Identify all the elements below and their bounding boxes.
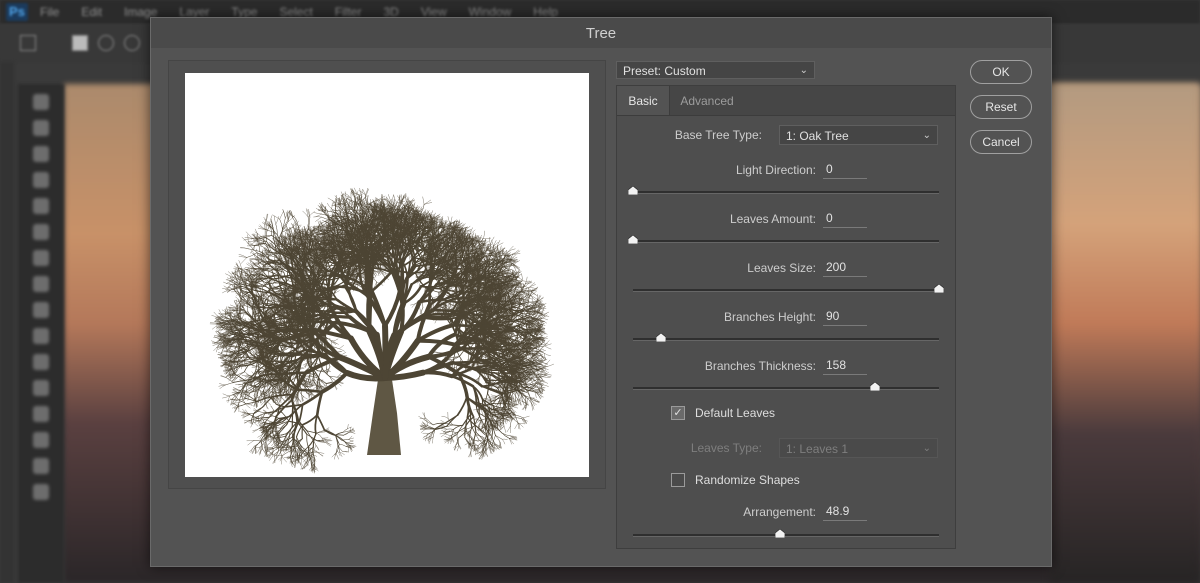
gradient-tool-icon[interactable]: [33, 380, 49, 396]
tree-branch: [343, 194, 352, 199]
marquee-tool-icon[interactable]: [20, 35, 36, 51]
photoshop-logo: Ps: [6, 3, 28, 21]
new-selection-icon[interactable]: [72, 35, 88, 51]
tree-branch: [405, 193, 407, 203]
tree-branch: [388, 194, 392, 202]
dialog-title: Tree: [151, 18, 1051, 48]
tree-branch: [362, 189, 367, 197]
tree-branch: [327, 203, 332, 209]
tree-branch: [423, 199, 431, 205]
tools-panel: [18, 84, 64, 583]
eyedropper-tool-icon[interactable]: [33, 224, 49, 240]
magic-wand-tool-icon[interactable]: [33, 172, 49, 188]
blur-tool-icon[interactable]: [33, 406, 49, 422]
crop-tool-icon[interactable]: [33, 198, 49, 214]
history-brush-tool-icon[interactable]: [33, 328, 49, 344]
subtract-selection-icon[interactable]: [124, 35, 140, 51]
dodge-tool-icon[interactable]: [33, 432, 49, 448]
tree-dialog: Tree Preset: Custom ⌄ Basic Advanced Bas…: [150, 17, 1052, 567]
tree-branch: [313, 212, 322, 215]
move-tool-icon[interactable]: [33, 94, 49, 110]
lasso-tool-icon[interactable]: [33, 146, 49, 162]
brush-tool-icon[interactable]: [33, 276, 49, 292]
preview-frame: [168, 60, 606, 489]
canvas-right-edge: [1050, 84, 1200, 583]
tree-branch: [361, 189, 363, 198]
tree-branch: [313, 216, 322, 218]
tree-branch: [318, 368, 323, 379]
tree-illustration: [209, 187, 554, 474]
tree-branch: [423, 202, 432, 205]
type-tool-icon[interactable]: [33, 484, 49, 500]
tree-preview: [185, 73, 589, 477]
tree-branch: [422, 196, 425, 205]
tree-branch: [331, 202, 333, 209]
tree-branch: [327, 197, 336, 203]
marquee-tool-icon[interactable]: [33, 120, 49, 136]
menu-item-edit[interactable]: Edit: [81, 5, 102, 19]
clone-stamp-tool-icon[interactable]: [33, 302, 49, 318]
tree-branches: [209, 187, 554, 474]
tree-trunk: [367, 373, 401, 455]
menu-item-file[interactable]: File: [40, 5, 59, 19]
tree-branch: [308, 380, 313, 384]
left-panel-strip: [0, 62, 14, 583]
tree-branch: [315, 216, 322, 222]
eraser-tool-icon[interactable]: [33, 354, 49, 370]
pen-tool-icon[interactable]: [33, 458, 49, 474]
add-selection-icon[interactable]: [98, 35, 114, 51]
healing-brush-tool-icon[interactable]: [33, 250, 49, 266]
